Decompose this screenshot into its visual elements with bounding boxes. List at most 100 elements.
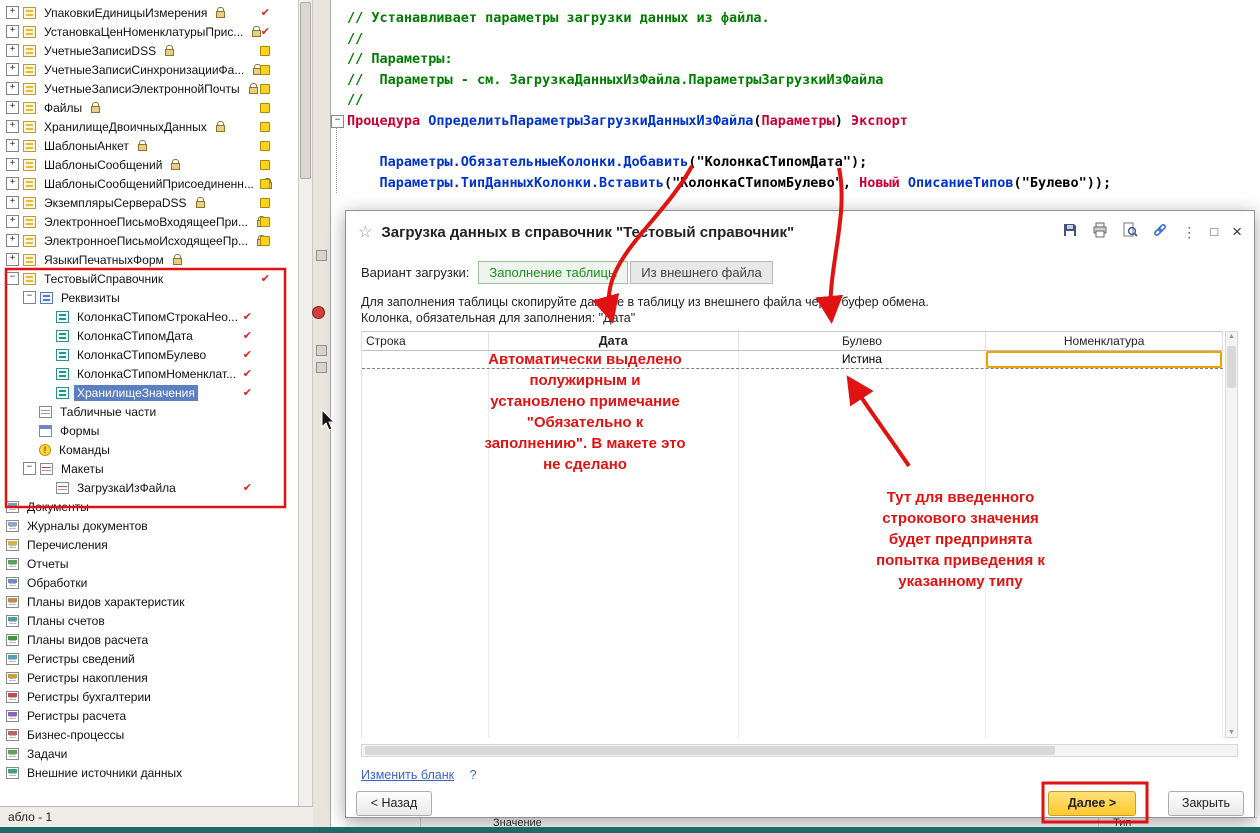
expand-icon[interactable]: + bbox=[6, 44, 19, 57]
close-button[interactable]: Закрыть bbox=[1168, 791, 1244, 816]
tree-item-label[interactable]: ХранилищеЗначения bbox=[74, 385, 198, 401]
collapse-icon[interactable]: − bbox=[23, 291, 36, 304]
tree-item-label[interactable]: Бизнес-процессы bbox=[24, 727, 127, 743]
tree-item[interactable]: −ТестовыйСправочник✔ bbox=[0, 269, 298, 288]
tree-item[interactable]: + ЯзыкиПечатныхФорм bbox=[0, 250, 298, 269]
tree-item[interactable]: Бизнес-процессы bbox=[0, 725, 298, 744]
tree-item[interactable]: + ЭлектронноеПисьмоВходящееПри... bbox=[0, 212, 298, 231]
table-horizontal-scrollbar[interactable] bbox=[361, 744, 1238, 757]
tree-item-label[interactable]: ТестовыйСправочник bbox=[41, 271, 166, 287]
tree-item[interactable]: Документы bbox=[0, 497, 298, 516]
tree-item[interactable]: Планы счетов bbox=[0, 611, 298, 630]
tree-item[interactable]: + УчетныеЗаписиDSS bbox=[0, 41, 298, 60]
print-icon[interactable] bbox=[1092, 222, 1108, 243]
tree-item[interactable]: Регистры расчета bbox=[0, 706, 298, 725]
code-line[interactable]: // bbox=[347, 29, 1111, 50]
tree-item[interactable]: Формы bbox=[0, 421, 298, 440]
next-button[interactable]: Далее > bbox=[1048, 791, 1136, 816]
tree-item[interactable]: +УпаковкиЕдиницыИзмерения✔ bbox=[0, 3, 298, 22]
table-hscroll-thumb[interactable] bbox=[365, 746, 1055, 755]
expand-icon[interactable]: + bbox=[6, 234, 19, 247]
table-vertical-scrollbar[interactable] bbox=[1225, 331, 1238, 738]
tree-item-label[interactable]: Обработки bbox=[24, 575, 90, 591]
tree-item-label[interactable]: Журналы документов bbox=[24, 518, 151, 534]
tree-item[interactable]: + Файлы bbox=[0, 98, 298, 117]
tree-item-label[interactable]: Отчеты bbox=[24, 556, 71, 572]
expand-icon[interactable]: + bbox=[6, 177, 19, 190]
column-header[interactable]: Булево bbox=[739, 332, 987, 350]
tree-item[interactable]: + ШаблоныАнкет bbox=[0, 136, 298, 155]
tree-item[interactable]: +УстановкаЦенНоменклатурыПрис...✔ bbox=[0, 22, 298, 41]
code-line[interactable]: −Процедура ОпределитьПараметрыЗагрузкиДа… bbox=[347, 111, 1111, 132]
tree-item-label[interactable]: Регистры бухгалтерии bbox=[24, 689, 154, 705]
tree-item-label[interactable]: ШаблоныСообщений bbox=[41, 157, 165, 173]
expand-icon[interactable]: + bbox=[6, 101, 19, 114]
splitter-button[interactable] bbox=[316, 362, 327, 373]
code-line[interactable] bbox=[347, 132, 1111, 153]
tree-item[interactable]: −Макеты bbox=[0, 459, 298, 478]
tree-item-label[interactable]: ЭлектронноеПисьмоВходящееПри... bbox=[41, 214, 251, 230]
tree-item-label[interactable]: ЗагрузкаИзФайла bbox=[74, 480, 179, 496]
tree-item[interactable]: Команды bbox=[0, 440, 298, 459]
tree-item-label[interactable]: Планы счетов bbox=[24, 613, 108, 629]
code-line[interactable]: // bbox=[347, 90, 1111, 111]
back-button[interactable]: < Назад bbox=[356, 791, 432, 816]
tree-item[interactable]: + УчетныеЗаписиСинхронизацииФа... bbox=[0, 60, 298, 79]
tree-item-label[interactable]: Регистры сведений bbox=[24, 651, 138, 667]
code-line[interactable]: // Параметры: bbox=[347, 49, 1111, 70]
expand-icon[interactable]: + bbox=[6, 6, 19, 19]
expand-icon[interactable]: + bbox=[6, 120, 19, 133]
tree-item[interactable]: +УчетныеЗаписиЭлектроннойПочты bbox=[0, 79, 298, 98]
tree-item-label[interactable]: Файлы bbox=[41, 100, 85, 116]
tree-item-label[interactable]: ЯзыкиПечатныхФорм bbox=[41, 252, 167, 268]
panel-splitter[interactable] bbox=[313, 0, 330, 827]
tree-item[interactable]: КолонкаСТипомБулево✔ bbox=[0, 345, 298, 364]
expand-icon[interactable]: + bbox=[6, 25, 19, 38]
tablo-tab-label[interactable]: абло - 1 bbox=[8, 810, 52, 824]
tree-item[interactable]: Внешние источники данных bbox=[0, 763, 298, 782]
tree-item[interactable]: Регистры бухгалтерии bbox=[0, 687, 298, 706]
tree-scrollbar[interactable] bbox=[298, 0, 313, 806]
tree-item[interactable]: +ШаблоныСообщенийПрисоединенн... bbox=[0, 174, 298, 193]
tree-item-label[interactable]: ШаблоныАнкет bbox=[41, 138, 132, 154]
tree-item[interactable]: + ЭкземплярыСервераDSS bbox=[0, 193, 298, 212]
tree-item-label[interactable]: ЭкземплярыСервераDSS bbox=[41, 195, 190, 211]
tree-item-label[interactable]: КолонкаСТипомБулево bbox=[74, 347, 209, 363]
table-row[interactable]: Истина bbox=[362, 351, 1223, 369]
tree-item-label[interactable]: КолонкаСТипомДата bbox=[74, 328, 196, 344]
tree-item-label[interactable]: Регистры расчета bbox=[24, 708, 129, 724]
tree-item-label[interactable]: Перечисления bbox=[24, 537, 111, 553]
tree-item-label[interactable]: УчетныеЗаписиСинхронизацииФа... bbox=[41, 62, 247, 78]
tree-item[interactable]: + ХранилищеДвоичныхДанных bbox=[0, 117, 298, 136]
maximize-icon[interactable]: □ bbox=[1210, 224, 1218, 240]
expand-icon[interactable]: + bbox=[6, 139, 19, 152]
find-in-page-icon[interactable] bbox=[1122, 222, 1138, 243]
tree-item[interactable]: + ШаблоныСообщений bbox=[0, 155, 298, 174]
tree-item-label[interactable]: УпаковкиЕдиницыИзмерения bbox=[41, 5, 210, 21]
fold-collapse-icon[interactable]: − bbox=[331, 115, 344, 128]
expand-icon[interactable]: + bbox=[6, 196, 19, 209]
edit-blank-link[interactable]: Изменить бланк bbox=[361, 768, 454, 782]
tree-item[interactable]: +ЭлектронноеПисьмоИсходящееПр... bbox=[0, 231, 298, 250]
save-icon[interactable] bbox=[1062, 222, 1078, 243]
table-cell[interactable]: Истина bbox=[739, 351, 987, 368]
tree-item[interactable]: Отчеты bbox=[0, 554, 298, 573]
tree-item[interactable]: Планы видов расчета bbox=[0, 630, 298, 649]
expand-icon[interactable]: + bbox=[6, 63, 19, 76]
selected-cell[interactable] bbox=[986, 351, 1223, 368]
tree-item-label[interactable]: УчетныеЗаписиЭлектроннойПочты bbox=[41, 81, 243, 97]
tree-item-label[interactable]: КолонкаСТипомНоменклат... bbox=[74, 366, 239, 382]
tree-item-label[interactable]: Команды bbox=[56, 442, 113, 458]
tree-item-label[interactable]: ХранилищеДвоичныхДанных bbox=[41, 119, 210, 135]
expand-icon[interactable]: + bbox=[6, 215, 19, 228]
tree-item-label[interactable]: Реквизиты bbox=[58, 290, 123, 306]
tree-item[interactable]: Журналы документов bbox=[0, 516, 298, 535]
help-icon[interactable]: ? bbox=[470, 768, 477, 782]
tree-item-label[interactable]: Планы видов расчета bbox=[24, 632, 151, 648]
expand-icon[interactable]: + bbox=[6, 158, 19, 171]
expand-icon[interactable]: + bbox=[6, 253, 19, 266]
tree-item-label[interactable]: УчетныеЗаписиDSS bbox=[41, 43, 159, 59]
tree-item-label[interactable]: Регистры накопления bbox=[24, 670, 151, 686]
table-vscroll-thumb[interactable] bbox=[1227, 346, 1236, 388]
code-line[interactable]: Параметры.ОбязательныеКолонки.Добавить("… bbox=[347, 152, 1111, 173]
